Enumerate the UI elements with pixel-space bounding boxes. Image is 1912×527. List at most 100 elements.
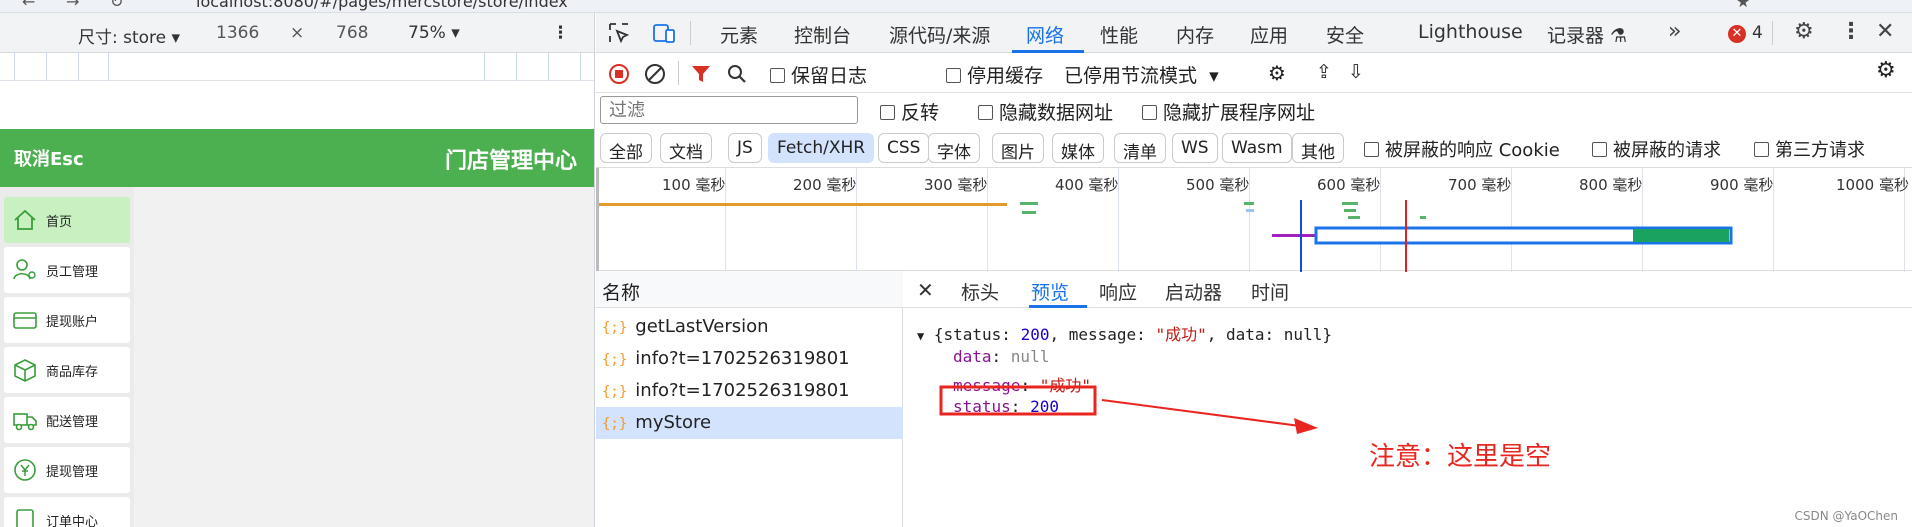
request-row-selected[interactable]: {;} myStore (596, 407, 903, 439)
app-sidebar: 首页 员工管理 提现账户 商品库存 配送管理 提现管理 订单中心 (0, 187, 134, 527)
tab-elements[interactable]: 元素 (720, 21, 758, 48)
disable-cache-checkbox[interactable]: 停用缓存 (946, 61, 1043, 88)
type-fetch-xhr[interactable]: Fetch/XHR (768, 133, 875, 163)
checkbox-icon (1142, 105, 1157, 120)
address-bar[interactable]: localhost:8080/#/pages/mercstore/store/i… (196, 0, 568, 11)
app-title: 门店管理中心 (444, 149, 577, 174)
card-icon (13, 312, 37, 329)
name-column-header[interactable]: 名称 (596, 271, 903, 308)
app-header: 取消Esc 门店管理中心 (0, 129, 594, 187)
nav-item-inventory[interactable]: 商品库存 (4, 347, 130, 393)
nav-item-home[interactable]: 首页 (4, 197, 130, 243)
type-media[interactable]: 媒体 (1052, 133, 1104, 163)
type-all[interactable]: 全部 (600, 133, 652, 163)
search-icon[interactable] (726, 63, 748, 85)
device-height-input[interactable]: 768 (336, 23, 368, 43)
truck-icon (13, 413, 37, 431)
back-icon[interactable]: ← (22, 0, 35, 11)
download-icon[interactable]: ⇩ (1348, 61, 1364, 83)
type-ws[interactable]: WS (1172, 133, 1218, 163)
tab-headers[interactable]: 标头 (961, 278, 999, 305)
tab-performance[interactable]: 性能 (1100, 21, 1138, 48)
type-wasm[interactable]: Wasm (1222, 133, 1292, 163)
device-width-input[interactable]: 1366 (216, 23, 259, 43)
yen-icon (14, 459, 36, 481)
more-tabs-icon[interactable]: » (1668, 19, 1681, 44)
overview-waterfall (599, 200, 1733, 272)
settings-gear-icon[interactable]: ⚙ (1794, 19, 1814, 44)
throttle-select[interactable]: 已停用节流模式 ▾ (1064, 61, 1219, 88)
inspect-icon[interactable] (608, 22, 630, 44)
tab-sources[interactable]: 源代码/来源 (889, 21, 990, 48)
kebab-menu-icon[interactable]: ⋮ (1840, 19, 1862, 44)
type-other[interactable]: 其他 (1292, 133, 1344, 163)
tab-recorder[interactable]: 记录器 ⚗ (1547, 21, 1627, 48)
device-toggle-icon[interactable] (652, 22, 676, 44)
reload-icon[interactable]: ↻ (110, 0, 123, 11)
invert-checkbox[interactable]: 反转 (880, 98, 939, 125)
more-options-icon[interactable]: ⋮ (552, 23, 569, 43)
tab-timing[interactable]: 时间 (1251, 278, 1289, 305)
request-row[interactable]: {;} info?t=1702526319801 (596, 343, 903, 375)
error-icon[interactable]: ✕ (1728, 25, 1746, 43)
hide-ext-urls-checkbox[interactable]: 隐藏扩展程序网址 (1142, 98, 1315, 125)
filter-icon[interactable] (690, 63, 712, 85)
cancel-button[interactable]: 取消Esc (14, 145, 84, 171)
type-js[interactable]: JS (728, 133, 762, 163)
close-detail-icon[interactable]: ✕ (917, 278, 934, 302)
type-css[interactable]: CSS (878, 133, 930, 163)
tab-security[interactable]: 安全 (1326, 21, 1364, 48)
active-detail-underline (1029, 305, 1087, 308)
tab-initiator[interactable]: 启动器 (1165, 278, 1222, 305)
nav-item-withdraw-account[interactable]: 提现账户 (4, 297, 130, 343)
checkbox-icon (1754, 142, 1769, 157)
preserve-log-checkbox[interactable]: 保留日志 (770, 61, 867, 88)
box-icon (14, 359, 36, 382)
record-stop-icon[interactable] (608, 63, 630, 85)
third-party-checkbox[interactable]: 第三方请求 (1754, 136, 1865, 162)
zoom-select[interactable]: 75% ▾ (408, 23, 460, 43)
times-sign: × (290, 23, 305, 43)
network-toolbar: 保留日志 停用缓存 已停用节流模式 ▾ ⚙ ⇪ ⇩ ⚙ (596, 53, 1912, 93)
media-query-ruler (0, 53, 594, 81)
hide-data-urls-checkbox[interactable]: 隐藏数据网址 (978, 98, 1113, 125)
type-img[interactable]: 图片 (992, 133, 1044, 163)
forward-icon[interactable]: → (66, 0, 79, 11)
network-settings-icon[interactable]: ⚙ (1876, 58, 1896, 83)
clear-icon[interactable] (644, 63, 666, 85)
filter-input[interactable] (600, 96, 858, 124)
blocked-requests-checkbox[interactable]: 被屏蔽的请求 (1592, 136, 1721, 162)
type-doc[interactable]: 文档 (660, 133, 712, 163)
tab-memory[interactable]: 内存 (1176, 21, 1214, 48)
tab-response[interactable]: 响应 (1099, 278, 1137, 305)
preview-status-row: status: 200 (953, 397, 1059, 416)
close-devtools-icon[interactable]: ✕ (1876, 19, 1894, 44)
request-row[interactable]: {;} getLastVersion (596, 311, 903, 343)
preview-summary[interactable]: ▼ {status: 200, message: "成功", data: nul… (917, 321, 1332, 345)
wifi-settings-icon[interactable]: ⚙ (1268, 61, 1286, 85)
device-toolbar: 尺寸: store ▾ 1366 × 768 75% ▾ ⋮ (0, 13, 594, 53)
type-manifest[interactable]: 清单 (1114, 133, 1166, 163)
bookmark-star-icon[interactable]: ★ (1736, 0, 1750, 11)
checkbox-icon (880, 105, 895, 120)
tab-console[interactable]: 控制台 (794, 21, 851, 48)
request-row[interactable]: {;} info?t=1702526319801 (596, 375, 903, 407)
network-overview[interactable]: 100 毫秒 200 毫秒 300 毫秒 400 毫秒 500 毫秒 600 毫… (596, 167, 1912, 272)
nav-item-orders[interactable]: 订单中心 (4, 497, 130, 527)
upload-icon[interactable]: ⇪ (1316, 61, 1332, 83)
nav-item-delivery[interactable]: 配送管理 (4, 397, 130, 443)
device-dimension-select[interactable]: 尺寸: store ▾ (78, 23, 180, 48)
tab-network[interactable]: 网络 (1026, 21, 1064, 48)
tab-preview[interactable]: 预览 (1031, 278, 1069, 305)
tab-lighthouse[interactable]: Lighthouse (1418, 21, 1523, 43)
preview-message-row: message: "成功" (953, 376, 1091, 395)
expand-triangle-icon[interactable]: ▼ (917, 329, 924, 343)
type-font[interactable]: 字体 (928, 133, 980, 163)
blocked-cookies-checkbox[interactable]: 被屏蔽的响应 Cookie (1364, 136, 1560, 162)
tab-application[interactable]: 应用 (1250, 21, 1288, 48)
nav-item-withdraw-manage[interactable]: 提现管理 (4, 447, 130, 493)
error-count[interactable]: 4 (1752, 23, 1763, 43)
devtools-tabbar: 元素 控制台 源代码/来源 网络 性能 内存 应用 安全 Lighthouse … (596, 13, 1912, 53)
nav-item-staff[interactable]: 员工管理 (4, 247, 130, 293)
app-content (134, 187, 594, 527)
